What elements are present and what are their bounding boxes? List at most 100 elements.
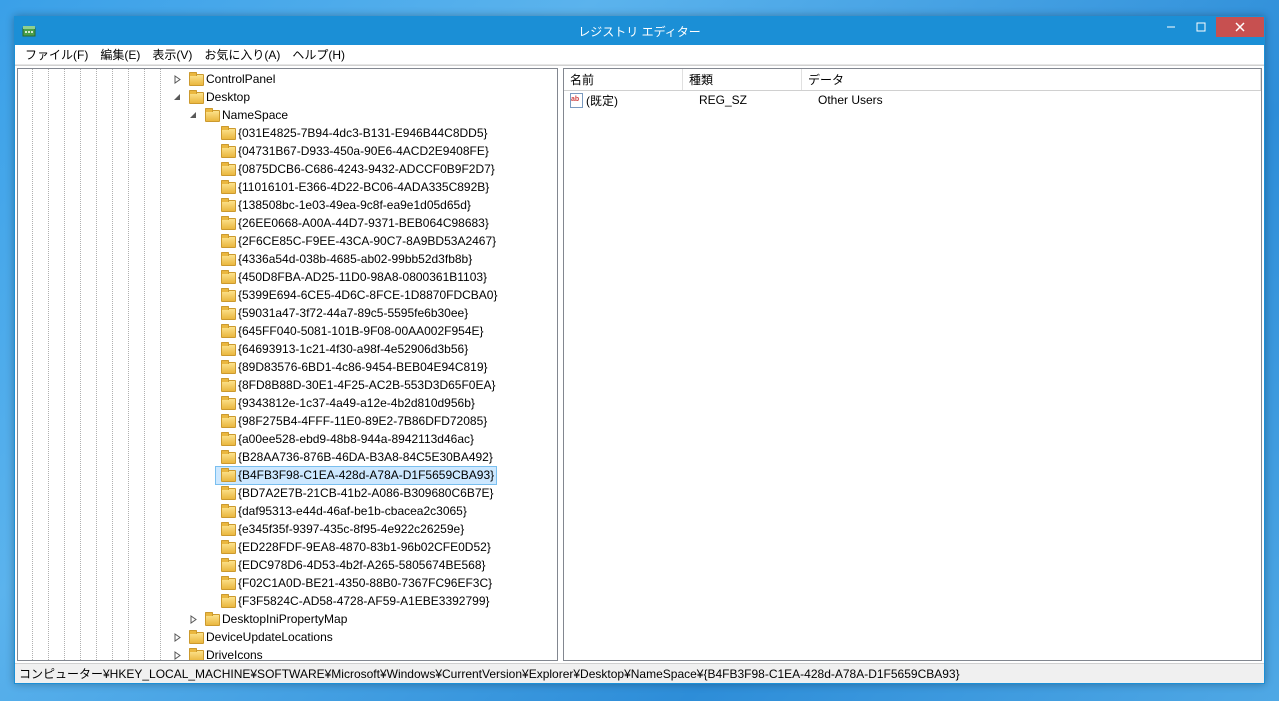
tree-node-label: {BD7A2E7B-21CB-41b2-A086-B309680C6B7E} <box>238 486 494 500</box>
tree-node[interactable]: {9343812e-1c37-4a49-a12e-4b2d810d956b} <box>18 394 557 412</box>
column-type[interactable]: 種類 <box>683 69 802 90</box>
tree-node[interactable]: NameSpace <box>18 106 557 124</box>
column-name[interactable]: 名前 <box>564 69 683 90</box>
tree-node[interactable]: {B28AA736-876B-46DA-B3A8-84C5E30BA492} <box>18 448 557 466</box>
registry-tree: ControlPanel Desktop NameSpace {031E4825-7B… <box>18 69 557 661</box>
tree-node[interactable]: {98F275B4-4FFF-11E0-89E2-7B86DFD72085} <box>18 412 557 430</box>
tree-node[interactable]: {64693913-1c21-4f30-a98f-4e52906d3b56} <box>18 340 557 358</box>
expand-icon[interactable] <box>170 72 184 86</box>
tree-node[interactable]: {8FD8B88D-30E1-4F25-AC2B-553D3D65F0EA} <box>18 376 557 394</box>
folder-icon <box>220 162 236 176</box>
folder-icon <box>220 378 236 392</box>
folder-icon <box>220 558 236 572</box>
tree-node[interactable]: {4336a54d-038b-4685-ab02-99bb52d3fb8b} <box>18 250 557 268</box>
folder-icon <box>220 468 236 482</box>
folder-icon <box>220 522 236 536</box>
collapse-icon[interactable] <box>186 108 200 122</box>
splitter[interactable] <box>558 66 561 663</box>
tree-node[interactable]: DeviceUpdateLocations <box>18 628 557 646</box>
tree-node-label: DriveIcons <box>206 648 263 661</box>
tree-node-label: {EDC978D6-4D53-4b2f-A265-5805674BE568} <box>238 558 486 572</box>
tree-node[interactable]: {04731B67-D933-450a-90E6-4ACD2E9408FE} <box>18 142 557 160</box>
tree-node-label: {5399E694-6CE5-4D6C-8FCE-1D8870FDCBA0} <box>238 288 497 302</box>
folder-icon <box>188 90 204 104</box>
menu-favorites[interactable]: お気に入り(A) <box>198 44 286 65</box>
folder-icon <box>220 306 236 320</box>
menu-file[interactable]: ファイル(F) <box>19 44 94 65</box>
tree-node-label: {9343812e-1c37-4a49-a12e-4b2d810d956b} <box>238 396 475 410</box>
tree-node[interactable]: {450D8FBA-AD25-11D0-98A8-0800361B1103} <box>18 268 557 286</box>
tree-node[interactable]: {5399E694-6CE5-4D6C-8FCE-1D8870FDCBA0} <box>18 286 557 304</box>
folder-icon <box>220 144 236 158</box>
minimize-button[interactable] <box>1156 17 1186 37</box>
folder-icon <box>220 576 236 590</box>
tree-node[interactable]: {26EE0668-A00A-44D7-9371-BEB064C98683} <box>18 214 557 232</box>
tree-node[interactable]: {a00ee528-ebd9-48b8-944a-8942113d46ac} <box>18 430 557 448</box>
list-header: 名前 種類 データ <box>564 69 1261 91</box>
tree-node[interactable]: {0875DCB6-C686-4243-9432-ADCCF0B9F2D7} <box>18 160 557 178</box>
tree-node[interactable]: ControlPanel <box>18 70 557 88</box>
maximize-button[interactable] <box>1186 17 1216 37</box>
folder-icon <box>220 288 236 302</box>
folder-icon <box>188 648 204 661</box>
tree-node[interactable]: {11016101-E366-4D22-BC06-4ADA335C892B} <box>18 178 557 196</box>
folder-icon <box>220 432 236 446</box>
tree-node-label: {645FF040-5081-101B-9F08-00AA002F954E} <box>238 324 484 338</box>
tree-node[interactable]: {59031a47-3f72-44a7-89c5-5595fe6b30ee} <box>18 304 557 322</box>
tree-node[interactable]: DesktopIniPropertyMap <box>18 610 557 628</box>
tree-node-label: DeviceUpdateLocations <box>206 630 333 644</box>
tree-node-label: {450D8FBA-AD25-11D0-98A8-0800361B1103} <box>238 270 487 284</box>
value-row[interactable]: (既定)REG_SZOther Users <box>564 91 1261 109</box>
tree-node-label: {138508bc-1e03-49ea-9c8f-ea9e1d05d65d} <box>238 198 471 212</box>
expand-icon[interactable] <box>186 612 200 626</box>
folder-icon <box>188 630 204 644</box>
close-button[interactable] <box>1216 17 1264 37</box>
tree-node[interactable]: {B4FB3F98-C1EA-428d-A78A-D1F5659CBA93} <box>18 466 557 484</box>
tree-node[interactable]: DriveIcons <box>18 646 557 661</box>
titlebar[interactable]: レジストリ エディター <box>15 17 1264 45</box>
tree-node-label: {F02C1A0D-BE21-4350-88B0-7367FC96EF3C} <box>238 576 492 590</box>
expand-icon[interactable] <box>170 630 184 644</box>
tree-node[interactable]: {BD7A2E7B-21CB-41b2-A086-B309680C6B7E} <box>18 484 557 502</box>
folder-icon <box>220 180 236 194</box>
tree-node[interactable]: {e345f35f-9397-435c-8f95-4e922c26259e} <box>18 520 557 538</box>
tree-node-label: ControlPanel <box>206 72 275 86</box>
menu-edit[interactable]: 編集(E) <box>94 44 146 65</box>
tree-node[interactable]: {2F6CE85C-F9EE-43CA-90C7-8A9BD53A2467} <box>18 232 557 250</box>
tree-node[interactable]: {645FF040-5081-101B-9F08-00AA002F954E} <box>18 322 557 340</box>
column-data[interactable]: データ <box>802 69 1261 90</box>
tree-node-label: {2F6CE85C-F9EE-43CA-90C7-8A9BD53A2467} <box>238 234 496 248</box>
tree-node-label: NameSpace <box>222 108 288 122</box>
tree-node-label: {e345f35f-9397-435c-8f95-4e922c26259e} <box>238 522 464 536</box>
tree-node[interactable]: {daf95313-e44d-46af-be1b-cbacea2c3065} <box>18 502 557 520</box>
tree-node[interactable]: Desktop <box>18 88 557 106</box>
folder-icon <box>220 360 236 374</box>
tree-node[interactable]: {ED228FDF-9EA8-4870-83b1-96b02CFE0D52} <box>18 538 557 556</box>
tree-node[interactable]: {F02C1A0D-BE21-4350-88B0-7367FC96EF3C} <box>18 574 557 592</box>
tree-node-label: Desktop <box>206 90 250 104</box>
tree-node[interactable]: {F3F5824C-AD58-4728-AF59-A1EBE3392799} <box>18 592 557 610</box>
tree-node[interactable]: {89D83576-6BD1-4c86-9454-BEB04E94C819} <box>18 358 557 376</box>
menu-view[interactable]: 表示(V) <box>146 44 198 65</box>
window-title: レジストリ エディター <box>578 23 701 40</box>
tree-node[interactable]: {138508bc-1e03-49ea-9c8f-ea9e1d05d65d} <box>18 196 557 214</box>
tree-node-label: {04731B67-D933-450a-90E6-4ACD2E9408FE} <box>238 144 489 158</box>
window-buttons <box>1156 17 1264 37</box>
tree-node-label: {8FD8B88D-30E1-4F25-AC2B-553D3D65F0EA} <box>238 378 495 392</box>
tree-node-label: {4336a54d-038b-4685-ab02-99bb52d3fb8b} <box>238 252 472 266</box>
tree-node[interactable]: {EDC978D6-4D53-4b2f-A265-5805674BE568} <box>18 556 557 574</box>
tree-node-label: {59031a47-3f72-44a7-89c5-5595fe6b30ee} <box>238 306 468 320</box>
value-list-pane: 名前 種類 データ (既定)REG_SZOther Users <box>563 68 1262 661</box>
tree-pane[interactable]: ControlPanel Desktop NameSpace {031E4825-7B… <box>17 68 558 661</box>
tree-node[interactable]: {031E4825-7B94-4dc3-B131-E946B44C8DD5} <box>18 124 557 142</box>
collapse-icon[interactable] <box>170 90 184 104</box>
tree-node-label: {11016101-E366-4D22-BC06-4ADA335C892B} <box>238 180 489 194</box>
tree-node-label: {64693913-1c21-4f30-a98f-4e52906d3b56} <box>238 342 468 356</box>
tree-node-label: {ED228FDF-9EA8-4870-83b1-96b02CFE0D52} <box>238 540 491 554</box>
tree-node-label: {daf95313-e44d-46af-be1b-cbacea2c3065} <box>238 504 467 518</box>
folder-icon <box>220 594 236 608</box>
menu-help[interactable]: ヘルプ(H) <box>286 44 351 65</box>
expand-icon[interactable] <box>170 648 184 661</box>
list-body[interactable]: (既定)REG_SZOther Users <box>564 91 1261 660</box>
folder-icon <box>220 270 236 284</box>
